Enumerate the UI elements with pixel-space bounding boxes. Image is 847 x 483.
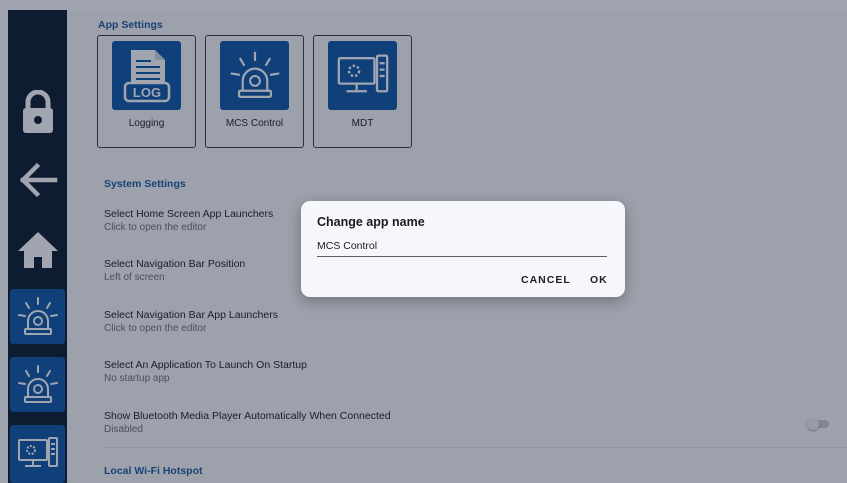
dialog-title: Change app name [317,215,425,229]
ok-button[interactable]: OK [590,274,608,286]
change-app-name-dialog: Change app name CANCEL OK [301,201,625,297]
screen: App Settings LOG Logging MCS Control MDT… [0,0,847,483]
app-name-input[interactable] [317,238,607,257]
cancel-button[interactable]: CANCEL [521,274,571,286]
